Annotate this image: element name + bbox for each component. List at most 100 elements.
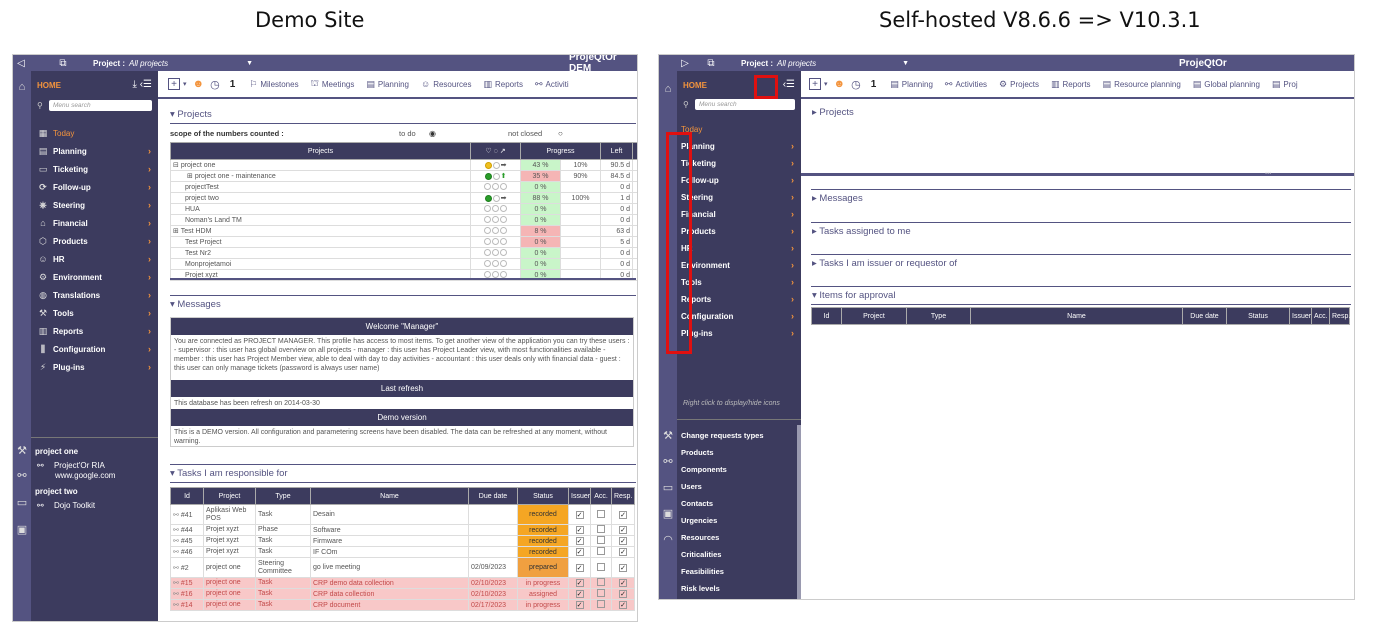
collapse-menu-icon[interactable]: ‹☰ [783, 79, 795, 90]
checkbox[interactable]: ✓ [619, 537, 627, 545]
sidebar-item-configuration[interactable]: Configuration › [677, 308, 801, 324]
checkbox[interactable]: ✓ [619, 510, 627, 519]
activities-button[interactable]: ⚯ Activities [945, 79, 987, 90]
sidebar-item-today[interactable]: ▦ Today [31, 125, 158, 141]
table-row[interactable]: ⚯ #16 project one Task CRP data collection 0… [170, 588, 635, 600]
add-button[interactable]: + [168, 78, 180, 90]
link-icon[interactable]: ⚯ [661, 455, 675, 468]
sidebar-item-tools[interactable]: Tools › [677, 274, 801, 290]
task-name[interactable]: Desain [310, 504, 469, 525]
expander-icon[interactable]: ⊞ [173, 228, 181, 235]
col-projects[interactable]: Projects [170, 142, 471, 160]
user-icon[interactable]: ☻ [193, 78, 205, 90]
wrench-icon[interactable]: ⚒ [15, 444, 29, 457]
add-button[interactable]: + [809, 78, 821, 90]
col-acc[interactable]: Acc. [590, 487, 612, 505]
sidebar-item-steering[interactable]: ⎈ Steering › [31, 197, 158, 213]
table-row[interactable]: project two ➡ 88 % 100% 1 d [170, 192, 637, 204]
sub-menu-item[interactable]: Urgencies [681, 512, 764, 529]
task-id[interactable]: ⚯ #15 [170, 577, 204, 589]
chevron-down-icon[interactable]: ▼ [902, 60, 909, 67]
sidebar-item-hr[interactable]: HR › [677, 240, 801, 256]
col-progress[interactable]: Progress [519, 142, 602, 160]
tree-item-google[interactable]: www.google.com [31, 471, 158, 487]
sub-menu-item[interactable]: Components [681, 461, 764, 478]
pin-collapse-icon[interactable]: ⤓ ‹☰ [133, 79, 153, 90]
window-icon[interactable]: ⧉ [55, 58, 71, 69]
checkbox[interactable]: ✓ [619, 526, 627, 534]
col-due-date[interactable]: Due date [1182, 307, 1227, 325]
home-link[interactable]: HOME [683, 81, 707, 90]
approval-section-title[interactable]: ▾ Items for approval [812, 290, 895, 301]
task-name[interactable]: go live meeting [310, 557, 469, 578]
todo-radio[interactable]: ◉ [429, 129, 436, 138]
project-name[interactable]: HUA [170, 203, 471, 215]
col-project[interactable]: Project [841, 307, 907, 325]
checkbox[interactable]: ✓ [619, 590, 627, 598]
table-row[interactable]: ⚯ #45 Projet xyzt Task Firmware recorded ✓ ✓ [170, 535, 635, 547]
code-icon[interactable]: ▣ [15, 523, 29, 536]
table-row[interactable]: projectTest 0 % 0 d [170, 181, 637, 193]
col-name[interactable]: Name [970, 307, 1183, 325]
grip-icon[interactable]: ••• [1265, 171, 1277, 177]
menu-search-input[interactable]: Menu search [49, 99, 152, 111]
col-issuer[interactable]: Issuer [568, 487, 591, 505]
chevron-down-icon[interactable]: ▾ [183, 80, 187, 88]
task-id[interactable]: ⚯ #45 [170, 535, 204, 547]
projects-button[interactable]: ⚙ Projects [999, 79, 1039, 90]
task-name[interactable]: CRP document [310, 599, 469, 611]
sidebar-item-plugins[interactable]: Plug-ins › [677, 325, 801, 341]
code-icon[interactable]: ▣ [661, 507, 675, 520]
task-name[interactable]: CRP data collection [310, 588, 469, 600]
projects-section-title[interactable]: ▾ Projects [170, 109, 212, 120]
col-acc[interactable]: Acc. [1311, 307, 1330, 325]
sub-menu-item[interactable]: Criticalities [681, 546, 764, 563]
sidebar-item-financial[interactable]: Financial › [677, 206, 801, 222]
checkbox[interactable]: ✓ [575, 526, 584, 534]
task-id[interactable]: ⚯ #46 [170, 546, 204, 558]
checkbox[interactable] [597, 589, 605, 597]
table-row[interactable]: ⚯ #14 project one Task CRP document 02/17/20… [170, 599, 635, 611]
task-name[interactable]: IF COm [310, 546, 469, 558]
sidebar-item-ticketing[interactable]: ▭ Ticketing › [31, 161, 158, 177]
checkbox[interactable]: ✓ [575, 510, 584, 519]
tasks-section-title[interactable]: ▾ Tasks I am responsible for [170, 468, 288, 479]
col-resp[interactable]: Resp. [611, 487, 635, 505]
global-planning-button[interactable]: ▤ Global planning [1193, 79, 1260, 90]
task-id[interactable]: ⚯ #14 [170, 599, 204, 611]
sidebar-item-planning[interactable]: ▤ Planning › [31, 143, 158, 159]
table-row[interactable]: ⚯ #41 Aplikasi Web POS Task Desain recorded ✓… [170, 504, 635, 525]
sidebar-item-planning[interactable]: Planning › [677, 138, 801, 154]
sub-menu-item[interactable]: Resources [681, 529, 764, 546]
sidebar-item-tools[interactable]: ⚒ Tools › [31, 305, 158, 321]
task-id[interactable]: ⚯ #16 [170, 588, 204, 600]
projects-section-title[interactable]: ▸ Projects [812, 107, 854, 118]
folder-icon[interactable]: ▭ [661, 481, 675, 494]
sidebar-item-environment[interactable]: Environment › [677, 257, 801, 273]
folder-icon[interactable]: ▭ [15, 496, 29, 509]
checkbox[interactable]: ✓ [575, 590, 584, 598]
sidebar-item-products[interactable]: ⬡ Products › [31, 233, 158, 249]
sidebar-item-reports[interactable]: ▥ Reports › [31, 323, 158, 339]
table-row[interactable]: Noman's Land TM 0 % 0 d [170, 214, 637, 226]
clock-icon[interactable]: ◷ [851, 78, 861, 91]
wrench-icon[interactable]: ⚒ [661, 429, 675, 442]
menu-search-input[interactable]: Menu search [695, 98, 795, 110]
sub-menu-item[interactable]: Users [681, 478, 764, 495]
checkbox[interactable]: ✓ [575, 579, 584, 587]
expander-icon[interactable]: ⊞ [187, 173, 195, 180]
checkbox[interactable] [597, 509, 605, 518]
table-row[interactable]: ⊟ project one ➡ 43 % 10% 90.5 d [170, 159, 637, 171]
messages-section-title[interactable]: ▸ Messages [812, 193, 863, 204]
checkbox[interactable] [597, 600, 605, 608]
checkbox[interactable]: ✓ [575, 563, 584, 572]
task-id[interactable]: ⚯ #44 [170, 524, 204, 536]
messages-section-title[interactable]: ▾ Messages [170, 299, 221, 310]
sidebar-item-followup[interactable]: ⟳ Follow-up › [31, 179, 158, 195]
sidebar-scrollbar[interactable] [797, 425, 801, 599]
projects-shortcut-button[interactable]: ▤ Proj [1272, 79, 1298, 90]
checkbox[interactable]: ✓ [619, 579, 627, 587]
col-type[interactable]: Type [906, 307, 971, 325]
home-link[interactable]: HOME [37, 81, 61, 90]
reports-button[interactable]: ▥ Reports [483, 79, 523, 90]
